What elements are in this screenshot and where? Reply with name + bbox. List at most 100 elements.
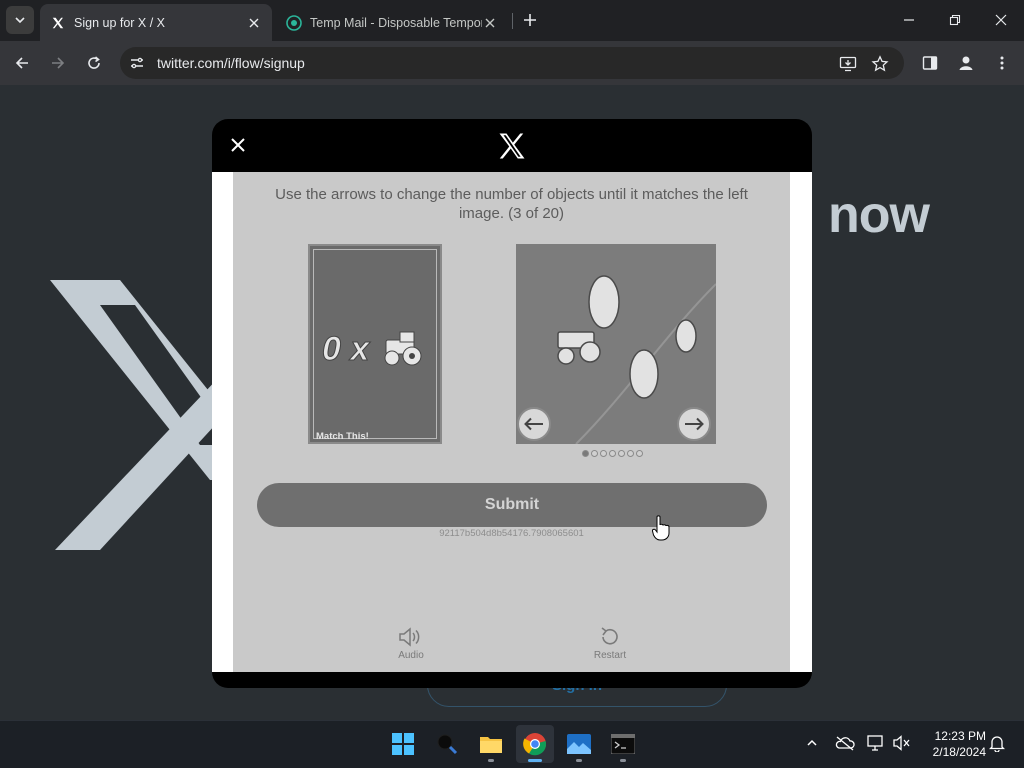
minimize-icon bbox=[904, 19, 914, 21]
search-taskbar-button[interactable] bbox=[428, 725, 466, 763]
submit-button[interactable]: Submit bbox=[257, 483, 767, 527]
tab-bar: Sign up for X / X Temp Mail - Disposable… bbox=[0, 0, 1024, 41]
tab-temp-mail[interactable]: Temp Mail - Disposable Temporary bbox=[276, 4, 508, 41]
show-hidden-icons-button[interactable] bbox=[802, 733, 822, 753]
carousel-dots bbox=[582, 450, 643, 457]
profile-button[interactable] bbox=[954, 51, 978, 75]
restore-button[interactable] bbox=[932, 0, 978, 40]
bell-icon bbox=[989, 736, 1005, 752]
toy-tractor-icon bbox=[384, 331, 422, 366]
photos-icon bbox=[567, 734, 591, 754]
address-bar[interactable]: twitter.com/i/flow/signup bbox=[120, 47, 904, 79]
carousel-dot bbox=[600, 450, 607, 457]
cloud-off-icon bbox=[835, 736, 855, 751]
captcha-instruction: Use the arrows to change the number of o… bbox=[275, 186, 748, 222]
side-panel-icon bbox=[922, 56, 938, 70]
arrow-right-icon bbox=[52, 57, 65, 69]
match-label: Match This! bbox=[316, 431, 369, 442]
forward-button[interactable] bbox=[44, 49, 72, 77]
close-window-button[interactable] bbox=[978, 0, 1024, 40]
chevron-up-icon bbox=[807, 739, 817, 746]
x-logo-icon bbox=[499, 133, 525, 159]
candidate-image bbox=[516, 244, 716, 444]
restart-button[interactable]: Restart bbox=[580, 624, 640, 661]
system-clock[interactable]: 12:23 PM 2/18/2024 bbox=[918, 728, 986, 760]
tab-separator bbox=[512, 13, 513, 29]
previous-arrow-button[interactable] bbox=[517, 407, 551, 441]
target-glyph: 0 x bbox=[320, 324, 432, 379]
chrome-taskbar-button[interactable] bbox=[516, 725, 554, 763]
windows-icon bbox=[392, 733, 414, 755]
close-tab-icon[interactable] bbox=[246, 15, 262, 31]
hand-cursor-icon bbox=[652, 515, 670, 541]
folder-icon bbox=[480, 737, 502, 753]
carousel-dot bbox=[582, 450, 589, 457]
tab-signup[interactable]: Sign up for X / X bbox=[40, 4, 272, 41]
onedrive-tray-icon[interactable] bbox=[835, 733, 855, 753]
target-count-text: 0 x bbox=[322, 330, 371, 368]
restore-icon bbox=[949, 14, 961, 26]
carousel-dot bbox=[627, 450, 634, 457]
carousel-dot bbox=[591, 450, 598, 457]
temp-mail-icon bbox=[286, 14, 302, 31]
browser-toolbar: twitter.com/i/flow/signup bbox=[0, 41, 1024, 85]
reload-button[interactable] bbox=[80, 49, 108, 77]
audio-button[interactable]: Audio bbox=[381, 624, 441, 661]
audio-label: Audio bbox=[398, 650, 424, 661]
carousel-dot bbox=[609, 450, 616, 457]
search-icon bbox=[437, 734, 458, 755]
clock-time: 12:23 PM bbox=[934, 729, 986, 743]
chrome-icon bbox=[523, 733, 547, 756]
x-logo-icon bbox=[50, 15, 66, 31]
network-tray-icon[interactable] bbox=[866, 733, 886, 753]
profile-icon bbox=[959, 56, 973, 70]
network-icon bbox=[867, 735, 883, 751]
modal-body: Use the arrows to change the number of o… bbox=[212, 172, 812, 672]
terminal-icon bbox=[611, 734, 635, 754]
menu-button[interactable] bbox=[990, 51, 1014, 75]
tab-search-button[interactable] bbox=[6, 6, 34, 34]
close-icon bbox=[231, 138, 245, 152]
next-arrow-button[interactable] bbox=[677, 407, 711, 441]
install-app-icon[interactable] bbox=[838, 54, 858, 74]
close-icon bbox=[995, 14, 1007, 26]
terminal-taskbar-button[interactable] bbox=[604, 725, 642, 763]
photos-taskbar-button[interactable] bbox=[560, 725, 598, 763]
arrow-left-icon bbox=[524, 417, 543, 431]
signup-modal: Use the arrows to change the number of o… bbox=[212, 119, 812, 688]
notifications-button[interactable] bbox=[987, 733, 1007, 753]
clock-date: 2/18/2024 bbox=[932, 745, 986, 759]
site-info-icon[interactable] bbox=[128, 54, 146, 72]
taskbar: 12:23 PM 2/18/2024 bbox=[0, 720, 1024, 768]
minimize-button[interactable] bbox=[886, 0, 932, 40]
chevron-down-icon bbox=[15, 17, 25, 24]
restart-icon bbox=[601, 627, 618, 645]
carousel-dot bbox=[618, 450, 625, 457]
volume-muted-icon bbox=[893, 735, 910, 751]
x-logo-large bbox=[50, 280, 240, 550]
plus-icon bbox=[524, 14, 536, 26]
arrow-left-icon bbox=[15, 57, 28, 69]
carousel-dot bbox=[636, 450, 643, 457]
volume-tray-icon[interactable] bbox=[892, 733, 912, 753]
file-explorer-button[interactable] bbox=[472, 725, 510, 763]
modal-close-button[interactable] bbox=[226, 133, 250, 157]
session-id: 92117b504d8b54176.7908065601 bbox=[439, 528, 584, 539]
speaker-icon bbox=[399, 627, 420, 647]
start-button[interactable] bbox=[384, 725, 422, 763]
tab-title: Sign up for X / X bbox=[74, 15, 166, 30]
background-heading: now bbox=[828, 186, 930, 244]
restart-label: Restart bbox=[593, 650, 627, 661]
side-panel-button[interactable] bbox=[918, 51, 942, 75]
arrow-right-icon bbox=[685, 417, 704, 431]
bookmark-star-icon[interactable] bbox=[870, 54, 890, 74]
captcha-panel: Use the arrows to change the number of o… bbox=[233, 172, 790, 672]
more-vert-icon bbox=[1000, 56, 1004, 70]
reload-icon bbox=[88, 56, 100, 69]
url-text: twitter.com/i/flow/signup bbox=[157, 55, 305, 71]
close-tab-icon[interactable] bbox=[482, 15, 498, 31]
back-button[interactable] bbox=[8, 49, 36, 77]
target-image: 0 x Match This! bbox=[308, 244, 442, 444]
new-tab-button[interactable] bbox=[518, 8, 542, 32]
tab-title: Temp Mail - Disposable Temporary bbox=[310, 15, 482, 30]
